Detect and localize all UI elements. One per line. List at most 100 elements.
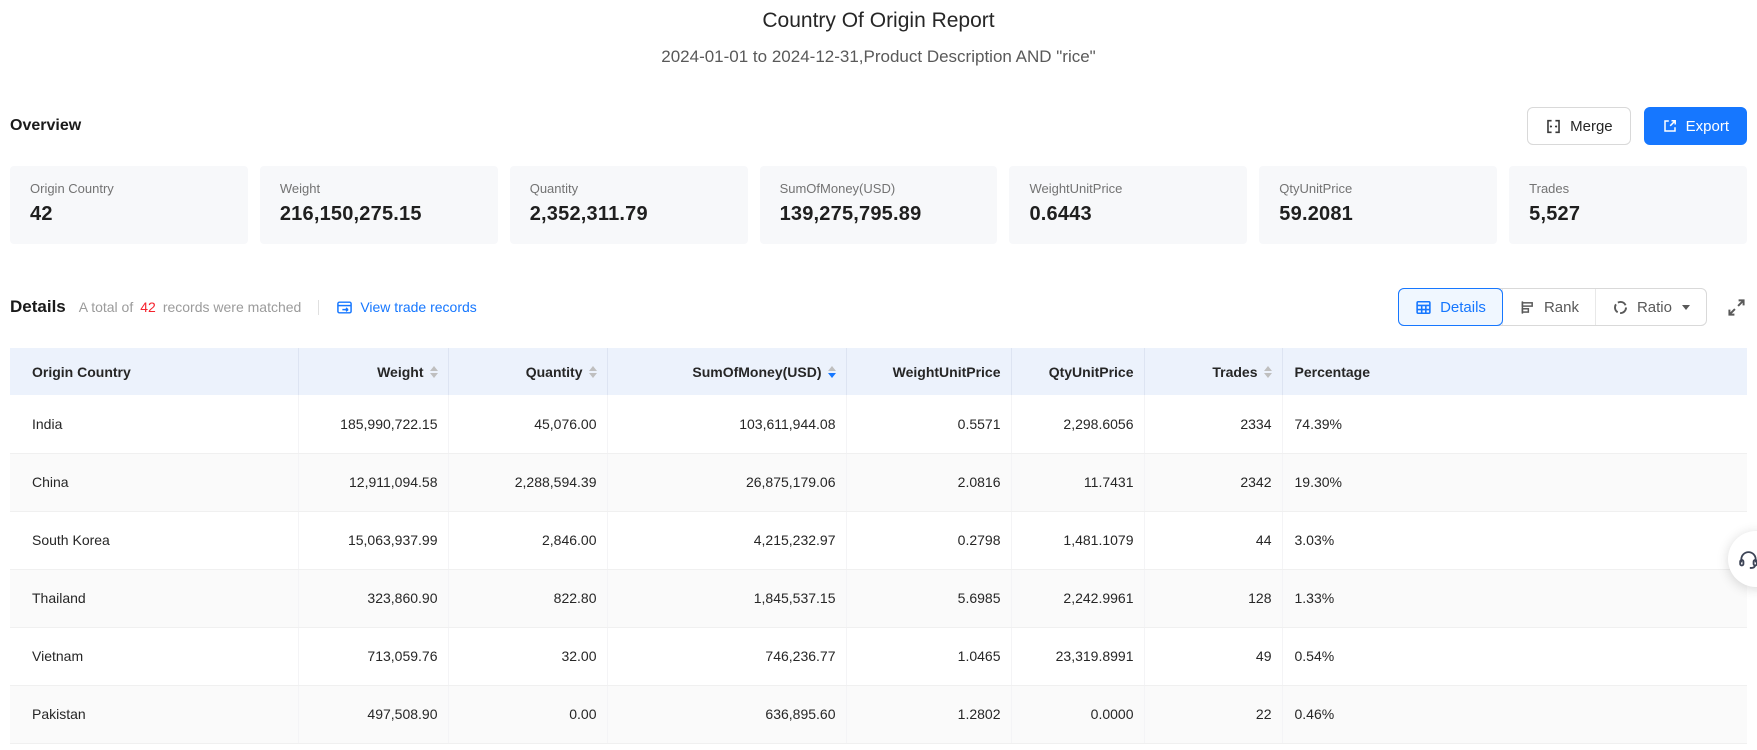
- tab-rank[interactable]: Rank: [1501, 289, 1595, 325]
- table-cell: 1.0465: [846, 627, 1012, 686]
- table-cell: South Korea: [10, 511, 299, 570]
- stat-label: SumOfMoney(USD): [779, 181, 896, 196]
- matched-prefix: A total of: [78, 299, 134, 315]
- details-left: Details A total of 42 records were match…: [10, 297, 477, 317]
- stat-value: 5,527: [1529, 203, 1581, 225]
- report-filter-subtitle: 2024-01-01 to 2024-12-31,Product Descrip…: [661, 47, 1096, 66]
- table-cell: 2,288,594.39: [448, 453, 608, 512]
- table-cell: 26,875,179.06: [607, 453, 847, 512]
- page-title: Country Of Origin Report: [762, 9, 995, 32]
- column-header-percentage: Percentage: [1282, 348, 1747, 395]
- column-header-quantity[interactable]: Quantity: [448, 348, 608, 395]
- table-cell: 32.00: [448, 627, 608, 686]
- tab-details-label: Details: [1440, 298, 1486, 316]
- tab-rank-label: Rank: [1543, 298, 1579, 316]
- column-header-trades[interactable]: Trades: [1144, 348, 1283, 395]
- merge-button[interactable]: Merge: [1527, 107, 1631, 145]
- table-cell: 2,298.6056: [1011, 395, 1145, 454]
- country-of-origin-report-page: Country Of Origin Report 2024-01-01 to 2…: [0, 0, 1757, 750]
- stat-value: 59.2081: [1279, 203, 1353, 225]
- table-cell: 4,215,232.97: [607, 511, 847, 570]
- table-cell: 0.2798: [846, 511, 1012, 570]
- matched-count: 42: [140, 299, 156, 315]
- table-cell: 713,059.76: [298, 627, 449, 686]
- view-trade-records-link[interactable]: View trade records: [336, 299, 477, 316]
- table-cell: 2,846.00: [448, 511, 608, 570]
- column-header-weight[interactable]: Weight: [298, 348, 449, 395]
- stat-label: Trades: [1529, 181, 1570, 196]
- trade-window-icon: [336, 299, 353, 316]
- table-cell: 15,063,937.99: [298, 511, 449, 570]
- sort-carets-icon: [429, 365, 438, 378]
- stat-label: QtyUnitPrice: [1279, 181, 1353, 196]
- overview-toolbar: Overview Merge Export: [10, 107, 1747, 145]
- stat-label: Origin Country: [30, 181, 114, 196]
- fullscreen-button[interactable]: [1726, 297, 1747, 318]
- table-cell: 323,860.90: [298, 569, 449, 628]
- stat-label: WeightUnitPrice: [1029, 181, 1123, 196]
- table-cell: 0.0000: [1011, 685, 1145, 744]
- export-button-label: Export: [1685, 117, 1729, 135]
- table-cell: 2334: [1144, 395, 1283, 454]
- stat-card-quantity: Quantity 2,352,311.79: [509, 166, 748, 244]
- table-cell: 636,895.60: [607, 685, 847, 744]
- toolbar-buttons: Merge Export: [1527, 107, 1747, 145]
- table-row-pakistan: Pakistan 497,508.90 0.00 636,895.60 1.28…: [10, 685, 1747, 744]
- table-cell: Vietnam: [10, 627, 299, 686]
- table-cell: 12,911,094.58: [298, 453, 449, 512]
- chevron-down-icon: [1682, 305, 1690, 314]
- column-header-weight-unit-price: WeightUnitPrice: [846, 348, 1012, 395]
- table-cell: 185,990,722.15: [298, 395, 449, 454]
- column-header-sum-of-money[interactable]: SumOfMoney(USD): [607, 348, 847, 395]
- details-heading: Details: [10, 297, 66, 316]
- merge-button-label: Merge: [1570, 117, 1613, 135]
- tab-ratio[interactable]: Ratio: [1594, 289, 1706, 325]
- view-mode-switcher: Details Rank Ratio: [1398, 288, 1707, 326]
- stat-value: 139,275,795.89: [779, 203, 922, 225]
- stat-card-weight: Weight 216,150,275.15: [259, 166, 498, 244]
- stat-value: 42: [30, 203, 53, 225]
- table-cell: 23,319.8991: [1011, 627, 1145, 686]
- stat-value: 216,150,275.15: [279, 203, 422, 225]
- vertical-divider: [318, 299, 320, 315]
- stat-card-weight-unit-price: WeightUnitPrice 0.6443: [1009, 166, 1248, 244]
- table-header-row: Origin Country Weight Quantity SumOfMone…: [10, 348, 1747, 395]
- table-cell: 2.0816: [846, 453, 1012, 512]
- stat-card-sum-of-money: SumOfMoney(USD) 139,275,795.89: [759, 166, 998, 244]
- sort-carets-icon-desc-active: [827, 365, 836, 378]
- table-cell: 2342: [1144, 453, 1283, 512]
- table-cell: 128: [1144, 569, 1283, 628]
- column-label: Origin Country: [32, 363, 131, 380]
- column-header-qty-unit-price: QtyUnitPrice: [1011, 348, 1145, 395]
- column-label: SumOfMoney(USD): [692, 363, 822, 380]
- table-cell: India: [10, 395, 299, 454]
- fullscreen-expand-icon: [1728, 298, 1745, 316]
- table-row-china: China 12,911,094.58 2,288,594.39 26,875,…: [10, 453, 1747, 512]
- table-cell: 74.39%: [1282, 395, 1747, 454]
- table-cell: 11.7431: [1011, 453, 1145, 512]
- export-button[interactable]: Export: [1643, 107, 1747, 145]
- table-cell: 103,611,944.08: [607, 395, 847, 454]
- details-right: Details Rank Ratio: [1398, 288, 1747, 326]
- table-row-south-korea: South Korea 15,063,937.99 2,846.00 4,215…: [10, 511, 1747, 570]
- tab-details[interactable]: Details: [1398, 288, 1503, 326]
- merge-icon: [1545, 118, 1562, 135]
- table-cell: 1.33%: [1282, 569, 1747, 628]
- table-row-thailand: Thailand 323,860.90 822.80 1,845,537.15 …: [10, 569, 1747, 628]
- column-label: Trades: [1212, 363, 1258, 380]
- table-cell: 0.54%: [1282, 627, 1747, 686]
- table-cell: 22: [1144, 685, 1283, 744]
- table-cell: 44: [1144, 511, 1283, 570]
- ratio-donut-icon: [1612, 299, 1629, 316]
- table-grid-icon: [1415, 299, 1432, 316]
- stat-value: 2,352,311.79: [529, 203, 648, 225]
- table-cell: 1,481.1079: [1011, 511, 1145, 570]
- details-table: Origin Country Weight Quantity SumOfMone…: [10, 348, 1747, 744]
- table-row-india: India 185,990,722.15 45,076.00 103,611,9…: [10, 395, 1747, 454]
- rank-bars-icon: [1519, 299, 1536, 316]
- stat-label: Quantity: [529, 181, 579, 196]
- stat-value: 0.6443: [1029, 203, 1092, 225]
- stat-label: Weight: [279, 181, 321, 196]
- column-header-origin-country: Origin Country: [10, 348, 299, 395]
- view-trade-records-label: View trade records: [360, 299, 477, 315]
